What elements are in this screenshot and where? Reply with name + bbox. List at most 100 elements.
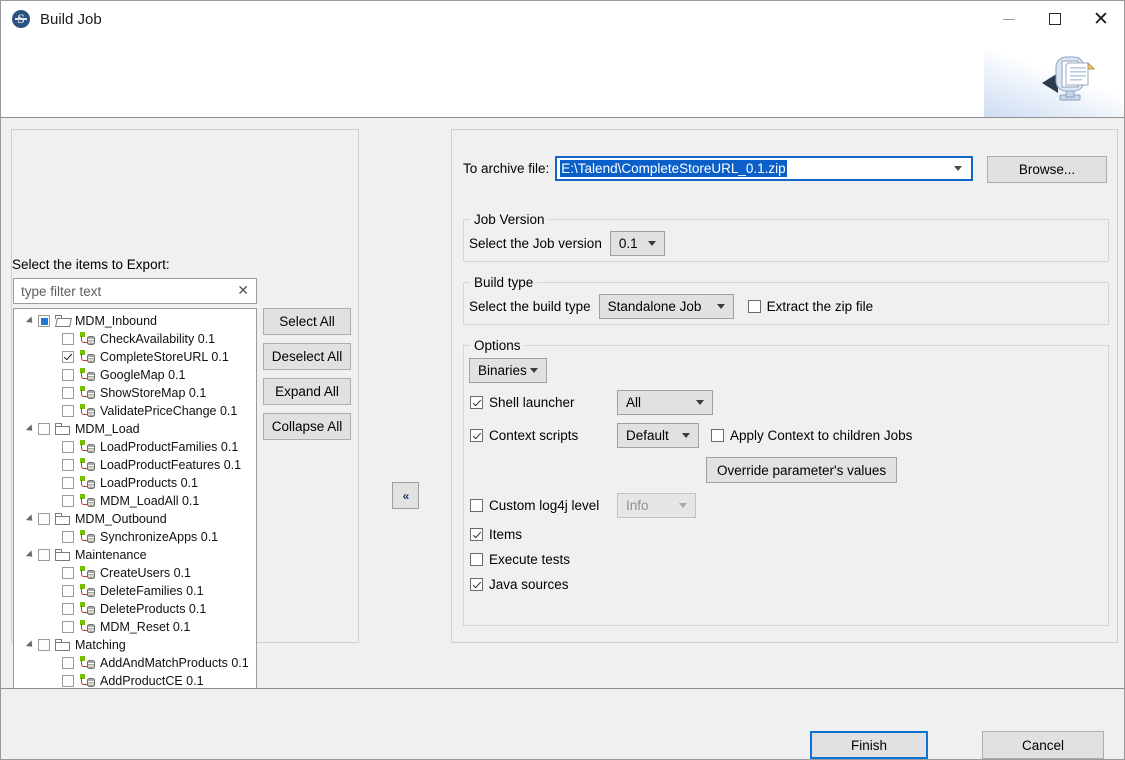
shell-launcher-checkbox[interactable]: Shell launcher — [470, 395, 575, 410]
tree-job-row[interactable]: CreateUsers 0.1 — [14, 564, 256, 582]
tree-job-row[interactable]: LoadProductFamilies 0.1 — [14, 438, 256, 456]
tree-item-checkbox[interactable] — [62, 387, 74, 399]
maximize-button[interactable] — [1032, 1, 1078, 37]
tree-item-checkbox[interactable] — [62, 459, 74, 471]
tree-item-label: Matching — [75, 638, 126, 652]
tree-job-row[interactable]: ShowStoreMap 0.1 — [14, 384, 256, 402]
build-type-value: Standalone Job — [608, 299, 702, 314]
checkbox-box — [470, 499, 483, 512]
button-label: Deselect All — [272, 349, 343, 364]
tree-folder-row[interactable]: MDM_Load — [14, 420, 256, 438]
tree-item-checkbox[interactable] — [38, 549, 50, 561]
tree-item-checkbox[interactable] — [62, 675, 74, 687]
tree-item-checkbox[interactable] — [62, 621, 74, 633]
context-scripts-select[interactable]: Default — [617, 423, 699, 448]
chevron-down-icon — [717, 304, 725, 309]
expand-collapse-icon[interactable] — [23, 515, 38, 523]
job-icon — [79, 458, 95, 472]
job-version-select[interactable]: 0.1 — [610, 231, 665, 256]
close-icon[interactable]: ✕ — [1078, 1, 1124, 37]
tree-job-row[interactable]: CompleteStoreURL 0.1 — [14, 348, 256, 366]
talend-logo-icon — [12, 10, 30, 28]
export-items-tree[interactable]: MDM_InboundCheckAvailability 0.1Complete… — [13, 308, 257, 746]
tree-item-checkbox[interactable] — [62, 585, 74, 597]
tree-job-row[interactable]: DeleteFamilies 0.1 — [14, 582, 256, 600]
tree-item-checkbox[interactable] — [62, 567, 74, 579]
binaries-select[interactable]: Binaries — [469, 358, 547, 383]
tree-folder-row[interactable]: Matching — [14, 636, 256, 654]
options-legend: Options — [470, 338, 525, 353]
tree-item-checkbox[interactable] — [62, 657, 74, 669]
job-icon — [79, 404, 95, 418]
filter-input[interactable]: type filter text ✕ — [13, 278, 257, 304]
apply-context-checkbox[interactable]: Apply Context to children Jobs — [711, 428, 912, 443]
tree-folder-row[interactable]: Maintenance — [14, 546, 256, 564]
execute-tests-checkbox[interactable]: Execute tests — [470, 552, 570, 567]
tree-item-checkbox[interactable] — [38, 315, 50, 327]
tree-job-row[interactable]: DeleteProducts 0.1 — [14, 600, 256, 618]
folder-icon — [55, 315, 70, 327]
deselect-all-button[interactable]: Deselect All — [263, 343, 351, 370]
close-glyph: ✕ — [1093, 10, 1109, 29]
tree-job-row[interactable]: MDM_Reset 0.1 — [14, 618, 256, 636]
tree-item-checkbox[interactable] — [62, 495, 74, 507]
tree-item-label: DeleteProducts 0.1 — [100, 602, 206, 616]
browse-button[interactable]: Browse... — [987, 156, 1107, 183]
tree-job-row[interactable]: CheckAvailability 0.1 — [14, 330, 256, 348]
build-type-select[interactable]: Standalone Job — [599, 294, 734, 319]
collapse-all-button[interactable]: Collapse All — [263, 413, 351, 440]
tree-job-row[interactable]: GoogleMap 0.1 — [14, 366, 256, 384]
tree-job-row[interactable]: LoadProductFeatures 0.1 — [14, 456, 256, 474]
tree-job-row[interactable]: SynchronizeApps 0.1 — [14, 528, 256, 546]
items-checkbox[interactable]: Items — [470, 527, 522, 542]
tree-item-checkbox[interactable] — [62, 333, 74, 345]
chevron-down-icon[interactable] — [954, 166, 962, 171]
clear-filter-icon[interactable]: ✕ — [237, 284, 249, 298]
archive-file-value: E:\Talend\CompleteStoreURL_0.1.zip — [560, 160, 786, 177]
expand-collapse-icon[interactable] — [23, 317, 38, 325]
tree-item-checkbox[interactable] — [38, 639, 50, 651]
shell-launcher-value: All — [626, 395, 641, 410]
context-scripts-checkbox[interactable]: Context scripts — [470, 428, 578, 443]
chevron-down-icon — [682, 433, 690, 438]
expand-collapse-icon[interactable] — [23, 641, 38, 649]
tree-item-checkbox[interactable] — [62, 405, 74, 417]
tree-job-row[interactable]: ValidatePriceChange 0.1 — [14, 402, 256, 420]
shell-launcher-select[interactable]: All — [617, 390, 713, 415]
expand-collapse-icon[interactable] — [23, 551, 38, 559]
tree-item-checkbox[interactable] — [62, 351, 74, 363]
select-items-label: Select the items to Export: — [12, 257, 170, 272]
tree-item-checkbox[interactable] — [62, 477, 74, 489]
job-icon — [79, 386, 95, 400]
expand-collapse-icon[interactable] — [23, 425, 38, 433]
collapse-panel-button[interactable]: « — [392, 482, 419, 509]
options-group: Options Binaries Shell launcher All — [463, 338, 1109, 626]
chevron-down-icon — [696, 400, 704, 405]
tree-item-label: DeleteFamilies 0.1 — [100, 584, 204, 598]
tree-job-row[interactable]: AddAndMatchProducts 0.1 — [14, 654, 256, 672]
tree-item-checkbox[interactable] — [62, 603, 74, 615]
finish-button[interactable]: Finish — [810, 731, 928, 759]
tree-action-buttons: Select All Deselect All Expand All Collapse… — [263, 308, 351, 448]
tree-item-checkbox[interactable] — [62, 369, 74, 381]
select-all-button[interactable]: Select All — [263, 308, 351, 335]
cancel-button[interactable]: Cancel — [982, 731, 1104, 759]
tree-item-checkbox[interactable] — [38, 513, 50, 525]
folder-icon — [55, 639, 70, 651]
java-sources-checkbox[interactable]: Java sources — [470, 577, 569, 592]
expand-all-button[interactable]: Expand All — [263, 378, 351, 405]
tree-item-checkbox[interactable] — [38, 423, 50, 435]
archive-file-combo[interactable]: E:\Talend\CompleteStoreURL_0.1.zip — [555, 156, 973, 181]
tree-job-row[interactable]: LoadProducts 0.1 — [14, 474, 256, 492]
tree-item-checkbox[interactable] — [62, 531, 74, 543]
tree-item-label: SynchronizeApps 0.1 — [100, 530, 218, 544]
tree-folder-row[interactable]: MDM_Outbound — [14, 510, 256, 528]
tree-folder-row[interactable]: MDM_Inbound — [14, 312, 256, 330]
build-job-dialog: Build Job ✕ Select the items to Export: — [0, 0, 1125, 760]
custom-log4j-checkbox[interactable]: Custom log4j level — [470, 498, 599, 513]
minimize-button[interactable] — [986, 1, 1032, 37]
override-parameters-button[interactable]: Override parameter's values — [706, 457, 897, 483]
extract-zip-checkbox[interactable]: Extract the zip file — [748, 299, 874, 314]
tree-job-row[interactable]: MDM_LoadAll 0.1 — [14, 492, 256, 510]
tree-item-checkbox[interactable] — [62, 441, 74, 453]
